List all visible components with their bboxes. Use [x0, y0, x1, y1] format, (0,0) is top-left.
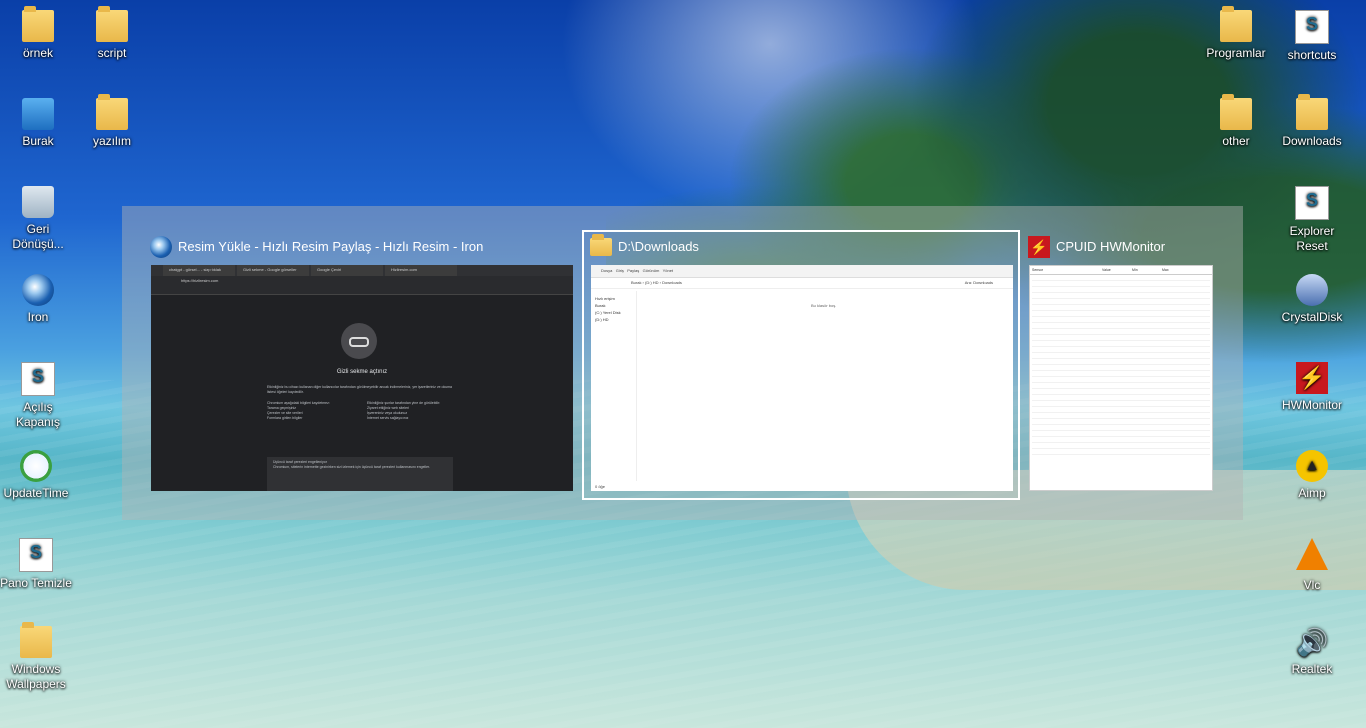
empty-folder-text: Bu klasör boş. — [811, 303, 837, 308]
desktop-icon-hwmonitor[interactable]: ⚡ HWMonitor — [1276, 362, 1348, 413]
window-title: D:\Downloads — [590, 234, 699, 260]
explorer-address: Burak › (D:) HD › Downloads Ara: Downloa… — [591, 278, 1013, 289]
vlc-icon — [1296, 538, 1328, 570]
desktop-icon-realtek[interactable]: 🔊 Realtek — [1276, 626, 1348, 677]
folder-icon — [1220, 6, 1252, 42]
desktop-icon-shortcuts[interactable]: shortcuts — [1276, 10, 1348, 63]
desktop-icon-burak[interactable]: Burak — [2, 98, 74, 149]
folder-icon — [1296, 94, 1328, 130]
browser-tab-strip: chatgpt - görsel... - sizp tıklak Gizli … — [151, 265, 573, 276]
desktop-icon-vlc[interactable]: Vlc — [1276, 538, 1348, 593]
desktop-icon-acilis-kapanis[interactable]: Açılış Kapanış — [2, 362, 74, 430]
desktop-icon-programlar[interactable]: Programlar — [1200, 6, 1272, 61]
ribbon-tabs: Dosya Giriş Paylaş Görünüm Yönet — [591, 265, 1013, 278]
desktop-icon-ornek[interactable]: örnek — [2, 6, 74, 61]
browser-tab: Google Çeviri — [311, 265, 383, 276]
shortcut-file-icon — [1295, 10, 1329, 44]
script-file-icon — [21, 362, 55, 396]
task-switcher: Resim Yükle - Hızlı Resim Paylaş - Hızlı… — [122, 206, 1243, 520]
desktop-icon-recycle-bin[interactable]: Geri Dönüşü... — [2, 186, 74, 252]
bookmarks-bar — [151, 286, 573, 295]
switcher-window-explorer[interactable]: D:\Downloads Dosya Giriş Paylaş Görünüm … — [590, 234, 1014, 494]
desktop-icon-script[interactable]: script — [76, 6, 148, 61]
desktop-icon-other[interactable]: other — [1200, 94, 1272, 149]
desktop-icon-windows-wallpapers[interactable]: Windows Wallpapers — [0, 622, 72, 692]
browser-tab: Hizliresim.com — [385, 265, 457, 276]
recycle-bin-icon — [22, 186, 54, 218]
script-file-icon — [1295, 186, 1329, 220]
address-bar: https://hizliresim.com — [151, 276, 573, 286]
explorer-thumbnail: Dosya Giriş Paylaş Görünüm Yönet Burak ›… — [591, 265, 1013, 491]
sensor-row — [1032, 449, 1210, 455]
folder-icon — [1220, 94, 1252, 130]
desktop-icon-iron[interactable]: Iron — [2, 274, 74, 325]
desktop-icon-yazilim[interactable]: yazılım — [76, 94, 148, 149]
iron-browser-icon — [22, 274, 54, 306]
hwmonitor-icon: ⚡ — [1028, 236, 1050, 258]
folder-icon — [22, 6, 54, 42]
switcher-window-iron[interactable]: Resim Yükle - Hızlı Resim Paylaş - Hızlı… — [150, 234, 574, 494]
switcher-window-hwmonitor[interactable]: ⚡ CPUID HWMonitor Sensor Value Min Max — [1028, 234, 1218, 494]
hwmonitor-thumbnail: Sensor Value Min Max — [1029, 265, 1213, 491]
hwmonitor-header: Sensor Value Min Max — [1030, 266, 1212, 275]
desktop-icon-crystaldisk[interactable]: CrystalDisk — [1276, 274, 1348, 325]
browser-tab: chatgpt - görsel... - sizp tıklak — [163, 265, 235, 276]
script-file-icon — [19, 538, 53, 572]
status-bar: 0 öğe — [595, 484, 606, 489]
incognito-icon — [341, 323, 377, 359]
desktop-icon-pano-temizle[interactable]: Pano Temizle — [0, 538, 72, 591]
computer-icon — [22, 98, 54, 130]
aimp-icon: ▲ — [1296, 450, 1328, 482]
desktop-icon-explorer-reset[interactable]: Explorer Reset — [1276, 186, 1348, 254]
wallpaper-folder-icon — [20, 622, 52, 658]
iron-browser-icon — [150, 236, 172, 258]
hwmonitor-icon: ⚡ — [1296, 362, 1328, 394]
browser-thumbnail: chatgpt - görsel... - sizp tıklak Gizli … — [151, 265, 573, 491]
explorer-nav-pane: Hızlı erişim Burak (C:) Yerel Disk (D:) … — [591, 291, 637, 481]
incognito-description: Etkinliğiniz bu cihazı kullanan diğer ku… — [267, 385, 453, 420]
folder-icon — [96, 6, 128, 42]
third-party-cookies-box: Üçüncü taraf çerezleri engelleniyor Chro… — [267, 457, 453, 491]
folder-icon — [590, 234, 612, 256]
folder-icon — [96, 94, 128, 130]
clock-icon — [20, 450, 52, 482]
window-title: Resim Yükle - Hızlı Resim Paylaş - Hızlı… — [150, 234, 483, 260]
incognito-heading: Gizli sekme açtınız — [336, 369, 388, 375]
crystaldisk-icon — [1296, 274, 1328, 306]
desktop-icon-downloads[interactable]: Downloads — [1276, 94, 1348, 149]
browser-tab: Gizli sekme - Google görseller — [237, 265, 309, 276]
desktop-icon-updatetime[interactable]: UpdateTime — [0, 450, 72, 501]
speaker-icon: 🔊 — [1296, 627, 1329, 657]
window-title: ⚡ CPUID HWMonitor — [1028, 234, 1165, 260]
desktop-icon-aimp[interactable]: ▲ Aimp — [1276, 450, 1348, 501]
